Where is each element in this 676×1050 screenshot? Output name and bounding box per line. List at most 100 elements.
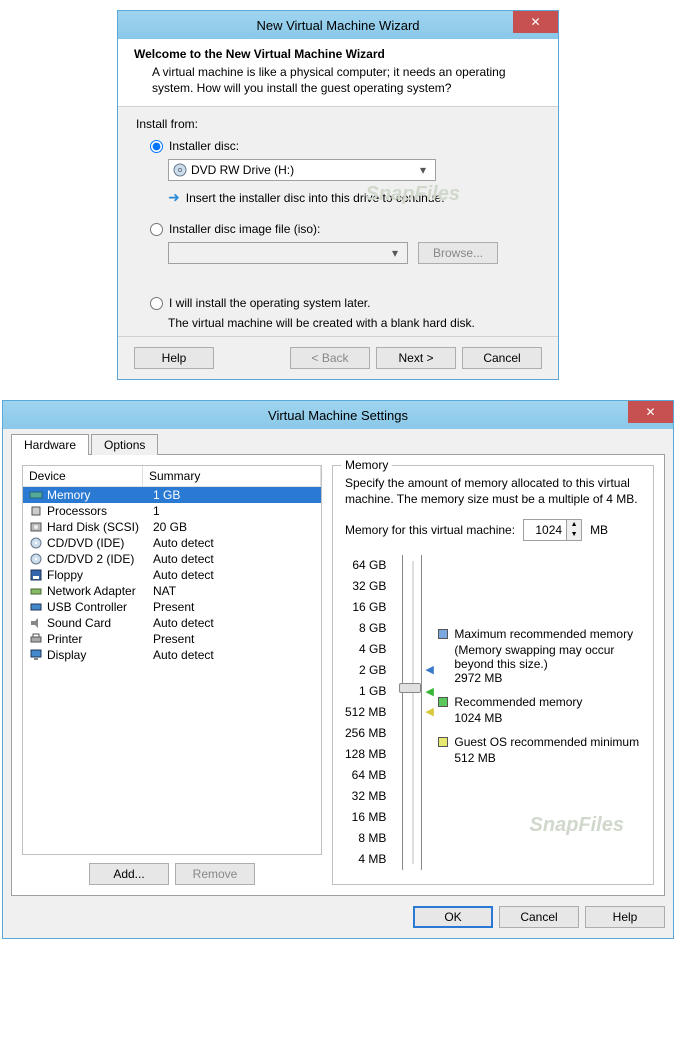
arrow-right-icon: ➜ (168, 189, 180, 206)
slider-track (412, 561, 414, 864)
device-row-cd[interactable]: CD/DVD 2 (IDE)Auto detect (23, 551, 321, 567)
device-summary: Auto detect (147, 648, 317, 662)
tab-options[interactable]: Options (91, 434, 158, 455)
radio-later-input[interactable] (150, 297, 163, 310)
memory-panel: Memory Specify the amount of memory allo… (332, 465, 654, 885)
device-name: Processors (45, 504, 147, 518)
radio-iso-input[interactable] (150, 223, 163, 236)
later-description: The virtual machine will be created with… (168, 316, 540, 330)
close-button[interactable]: ✕ (513, 11, 558, 33)
close-button[interactable]: ✕ (628, 401, 673, 423)
disc-drive-dropdown[interactable]: DVD RW Drive (H:) ▾ (168, 159, 436, 181)
hdd-icon (27, 521, 45, 533)
back-button: < Back (290, 347, 370, 369)
titlebar[interactable]: Virtual Machine Settings ✕ (3, 401, 673, 429)
tabs: Hardware Options (11, 433, 665, 455)
legend-max-value: 2972 MB (454, 671, 641, 685)
help-button[interactable]: Help (134, 347, 214, 369)
legend-max-note: (Memory swapping may occur beyond this s… (454, 643, 641, 671)
usb-icon (27, 601, 45, 613)
scale-tick: 2 GB (345, 660, 386, 681)
radio-iso[interactable]: Installer disc image file (iso): (150, 222, 540, 236)
device-row-cpu[interactable]: Processors1 (23, 503, 321, 519)
spinner-down[interactable]: ▼ (567, 530, 581, 540)
device-name: Hard Disk (SCSI) (45, 520, 147, 534)
wizard-footer: Help < Back Next > Cancel (118, 336, 558, 379)
scale-tick: 64 GB (345, 555, 386, 576)
column-summary[interactable]: Summary (143, 466, 321, 486)
device-row-usb[interactable]: USB ControllerPresent (23, 599, 321, 615)
device-row-printer[interactable]: PrinterPresent (23, 631, 321, 647)
memory-input-row: Memory for this virtual machine: ▲ ▼ MB (345, 519, 641, 541)
scale-tick: 4 MB (345, 849, 386, 870)
column-device[interactable]: Device (23, 466, 143, 486)
device-summary: Auto detect (147, 552, 317, 566)
device-name: CD/DVD 2 (IDE) (45, 552, 147, 566)
device-name: Network Adapter (45, 584, 147, 598)
disc-drive-row: DVD RW Drive (H:) ▾ (168, 159, 540, 181)
device-row-floppy[interactable]: FloppyAuto detect (23, 567, 321, 583)
memory-icon (27, 489, 45, 501)
memory-groupbox: Memory Specify the amount of memory allo… (332, 465, 654, 885)
device-summary: 1 GB (147, 488, 317, 502)
radio-installer-disc[interactable]: Installer disc: (150, 139, 540, 153)
next-button[interactable]: Next > (376, 347, 456, 369)
scale-tick: 8 GB (345, 618, 386, 639)
spinner-up[interactable]: ▲ (567, 520, 581, 530)
legend-max-icon (438, 629, 448, 639)
device-row-net[interactable]: Network AdapterNAT (23, 583, 321, 599)
legend-max-text: Maximum recommended memory (Memory swapp… (454, 627, 641, 685)
radio-later[interactable]: I will install the operating system late… (150, 296, 540, 310)
device-row-sound[interactable]: Sound CardAuto detect (23, 615, 321, 631)
radio-installer-disc-input[interactable] (150, 140, 163, 153)
help-button[interactable]: Help (585, 906, 665, 928)
cancel-button[interactable]: Cancel (462, 347, 542, 369)
legend-rec: Recommended memory 1024 MB (438, 695, 641, 725)
device-summary: 1 (147, 504, 317, 518)
device-row-hdd[interactable]: Hard Disk (SCSI)20 GB (23, 519, 321, 535)
memory-slider[interactable]: ◀ ◀ ◀ (402, 555, 422, 870)
disc-hint-text: Insert the installer disc into this driv… (186, 191, 445, 205)
memory-body: 64 GB32 GB16 GB8 GB4 GB2 GB1 GB512 MB256… (345, 555, 641, 870)
radio-installer-disc-label: Installer disc: (169, 139, 239, 153)
remove-button: Remove (175, 863, 255, 885)
slider-thumb[interactable] (399, 683, 421, 693)
device-summary: Auto detect (147, 568, 317, 582)
iso-path-dropdown: ▾ (168, 242, 408, 264)
cancel-button[interactable]: Cancel (499, 906, 579, 928)
wizard-description: A virtual machine is like a physical com… (152, 65, 542, 96)
memory-spinner[interactable]: ▲ ▼ (523, 519, 582, 541)
memory-input[interactable] (524, 523, 566, 537)
device-row-cd[interactable]: CD/DVD (IDE)Auto detect (23, 535, 321, 551)
wizard-body: Welcome to the New Virtual Machine Wizar… (118, 39, 558, 379)
ok-button[interactable]: OK (413, 906, 493, 928)
device-summary: Present (147, 632, 317, 646)
cd-icon (27, 537, 45, 549)
device-summary: 20 GB (147, 520, 317, 534)
footer-nav-buttons: < Back Next > Cancel (290, 347, 542, 369)
device-summary: Present (147, 600, 317, 614)
settings-body: Hardware Options Device Summary Memory1 … (3, 429, 673, 938)
iso-row: ▾ Browse... (168, 242, 540, 264)
scale-tick: 512 MB (345, 702, 386, 723)
memory-description: Specify the amount of memory allocated t… (345, 476, 641, 507)
chevron-down-icon: ▾ (415, 163, 431, 177)
marker-min-icon: ◀ (425, 705, 433, 718)
wizard-content: Install from: Installer disc: DVD RW Dri… (118, 107, 558, 336)
device-table: Device Summary Memory1 GBProcessors1Hard… (22, 465, 322, 855)
device-row-memory[interactable]: Memory1 GB (23, 487, 321, 503)
scale-tick: 64 MB (345, 765, 386, 786)
titlebar[interactable]: New Virtual Machine Wizard ✕ (118, 11, 558, 39)
tab-hardware[interactable]: Hardware (11, 434, 89, 455)
legend-max: Maximum recommended memory (Memory swapp… (438, 627, 641, 685)
window-title: New Virtual Machine Wizard (256, 18, 419, 33)
cd-drive-icon (173, 163, 187, 177)
scale-tick: 128 MB (345, 744, 386, 765)
chevron-down-icon: ▾ (387, 246, 403, 260)
add-button[interactable]: Add... (89, 863, 169, 885)
memory-input-label: Memory for this virtual machine: (345, 523, 515, 537)
scale-tick: 4 GB (345, 639, 386, 660)
settings-footer: OK Cancel Help (11, 896, 665, 928)
device-name: Display (45, 648, 147, 662)
device-row-display[interactable]: DisplayAuto detect (23, 647, 321, 663)
